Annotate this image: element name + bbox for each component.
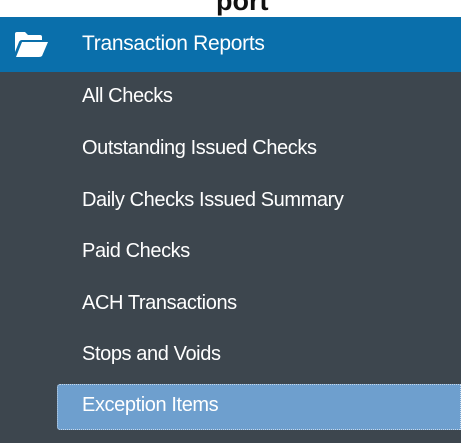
page-title-fragment: port [0, 0, 461, 17]
menu-item-stops-and-voids[interactable]: Stops and Voids [0, 330, 461, 381]
menu-header-label: Transaction Reports [82, 32, 265, 55]
menu-item-exception-items[interactable]: Exception Items [0, 378, 461, 430]
menu-item-label: Stops and Voids [82, 343, 221, 365]
menu-item-all-checks[interactable]: All Checks [0, 72, 461, 123]
folder-open-icon [15, 32, 48, 57]
sidebar-menu: Transaction Reports All Checks Outstandi… [0, 17, 461, 443]
menu-item-label: All Checks [82, 85, 173, 107]
menu-item-paid-checks[interactable]: Paid Checks [0, 227, 461, 278]
menu-item-ach-transactions[interactable]: ACH Transactions [0, 279, 461, 330]
menu-item-outstanding-issued-checks[interactable]: Outstanding Issued Checks [0, 124, 461, 175]
menu-item-label: Exception Items [82, 394, 219, 416]
menu-item-label: Paid Checks [82, 240, 190, 262]
page-title-text: port [216, 0, 269, 16]
menu-item-daily-checks-issued-summary[interactable]: Daily Checks Issued Summary [0, 176, 461, 227]
menu-item-label: ACH Transactions [82, 292, 237, 314]
menu-item-label: Daily Checks Issued Summary [82, 189, 344, 211]
menu-header-transaction-reports[interactable]: Transaction Reports [0, 17, 461, 72]
menu-item-label: Outstanding Issued Checks [82, 137, 317, 159]
